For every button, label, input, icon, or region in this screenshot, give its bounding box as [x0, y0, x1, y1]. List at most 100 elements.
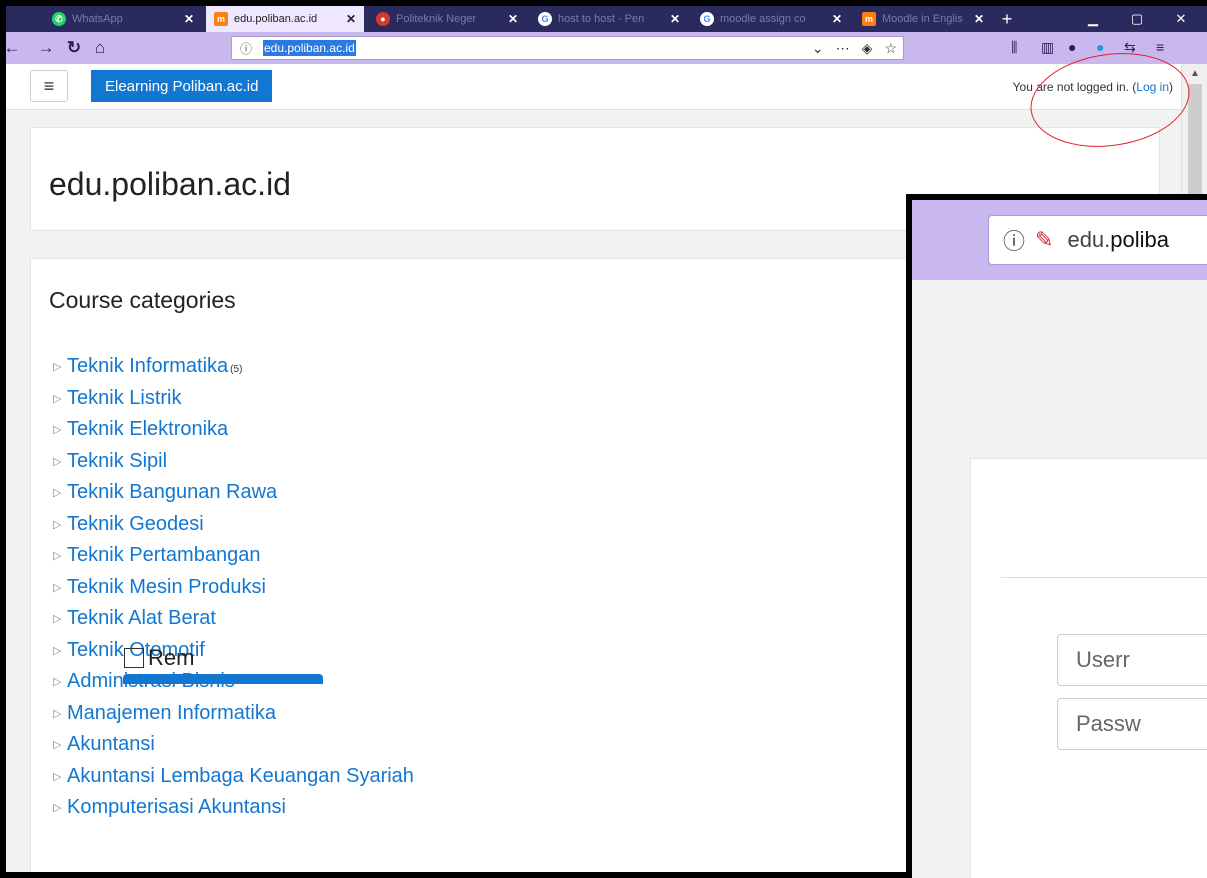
nav-drawer-button[interactable]: ≡ — [30, 70, 68, 102]
moodle-icon: m — [214, 12, 228, 26]
more-actions-icon[interactable]: ⋯ — [836, 40, 850, 57]
back-icon[interactable]: ← — [6, 37, 24, 59]
expand-arrow-icon[interactable]: ▷ — [53, 549, 61, 562]
course-categories-heading: Course categories — [49, 287, 236, 313]
expand-arrow-icon[interactable]: ▷ — [53, 518, 61, 531]
extension-icon[interactable]: ● — [1068, 39, 1076, 55]
category-link[interactable]: Teknik Geodesi — [67, 513, 204, 536]
username-placeholder: Userr — [1076, 647, 1130, 672]
close-icon[interactable]: ✕ — [346, 12, 356, 26]
chevron-down-icon[interactable]: ⌄ — [812, 40, 824, 57]
username-input[interactable]: Userr — [1057, 634, 1207, 686]
site-home-button[interactable]: Elearning Poliban.ac.id — [91, 70, 273, 102]
expand-arrow-icon[interactable]: ▷ — [53, 392, 61, 405]
insecure-lock-icon: ✎ — [1035, 227, 1054, 252]
tab-moodle-assign[interactable]: G moodle assign co ✕ — [692, 6, 850, 32]
category-item[interactable]: ▷ Manajemen Informatika — [53, 698, 414, 730]
close-icon[interactable]: ✕ — [974, 12, 984, 26]
remember-label: Rem — [148, 645, 195, 670]
expand-arrow-icon[interactable]: ▷ — [53, 644, 61, 657]
expand-arrow-icon[interactable]: ▷ — [53, 707, 61, 720]
close-icon[interactable]: ✕ — [832, 12, 842, 26]
tab-whatsapp[interactable]: ✆ WhatsApp ✕ — [44, 6, 202, 32]
category-link[interactable]: Komputerisasi Akuntansi — [67, 796, 286, 819]
remember-checkbox[interactable] — [124, 648, 144, 668]
forward-icon[interactable]: → — [34, 37, 58, 59]
tab-title: edu.poliban.ac.id — [234, 13, 318, 25]
category-item[interactable]: ▷ Teknik Pertambangan — [53, 540, 414, 572]
close-icon[interactable]: ✕ — [670, 12, 680, 26]
category-item[interactable]: ▷ Teknik Sipil — [53, 446, 414, 478]
expand-arrow-icon[interactable]: ▷ — [53, 612, 61, 625]
expand-arrow-icon[interactable]: ▷ — [53, 801, 61, 814]
category-link[interactable]: Teknik Mesin Produksi — [67, 576, 266, 599]
category-item[interactable]: ▷ Komputerisasi Akuntansi — [53, 792, 414, 824]
category-item[interactable]: ▷ Teknik Elektronika — [53, 414, 414, 446]
category-item[interactable]: ▷ Teknik Listrik — [53, 383, 414, 415]
category-link[interactable]: Manajemen Informatika — [67, 702, 276, 725]
category-link[interactable]: Teknik Listrik — [67, 387, 181, 410]
zoom-navigation-bar: ⓘ ✎ edu. poliba — [912, 200, 1207, 280]
zoom-url-domain: edu. — [1067, 227, 1111, 252]
zoom-url-bold: poliba — [1110, 227, 1169, 252]
course-count: (5) — [230, 364, 243, 376]
category-item[interactable]: ▷ Akuntansi — [53, 729, 414, 761]
new-tab-button[interactable]: + — [992, 6, 1022, 32]
category-item[interactable]: ▷ Teknik Alat Berat — [53, 603, 414, 635]
password-input[interactable]: Passw — [1057, 698, 1207, 750]
remember-username[interactable]: Rem — [124, 645, 194, 671]
pocket-icon[interactable]: ◈ — [862, 40, 873, 57]
extension-icon[interactable]: ● — [1096, 39, 1104, 55]
minimize-button[interactable]: ▁ — [1071, 6, 1115, 32]
home-icon[interactable]: ⌂ — [88, 37, 112, 59]
expand-arrow-icon[interactable]: ▷ — [53, 360, 61, 373]
tab-politeknik[interactable]: ● Politeknik Neger ✕ — [368, 6, 526, 32]
tab-title: moodle assign co — [720, 13, 806, 25]
screenshot-frame: ✆ WhatsApp ✕ m edu.poliban.ac.id ✕ ● Pol… — [0, 0, 1207, 878]
expand-arrow-icon[interactable]: ▷ — [53, 455, 61, 468]
zoom-inset-content: ⓘ ✎ edu. poliba Userr Passw — [912, 200, 1207, 878]
info-icon[interactable]: ⓘ — [240, 40, 254, 57]
category-link[interactable]: Teknik Informatika — [67, 355, 228, 378]
category-link[interactable]: Teknik Elektronika — [67, 418, 228, 441]
reload-icon[interactable]: ↻ — [62, 37, 86, 59]
library-icon[interactable]: ⫼ — [1011, 39, 1017, 56]
maximize-button[interactable]: ▢ — [1115, 6, 1159, 32]
category-link[interactable]: Teknik Pertambangan — [67, 544, 260, 567]
expand-arrow-icon[interactable]: ▷ — [53, 738, 61, 751]
address-bar[interactable]: ⓘ edu.poliban.ac.id ⌄ ⋯ ◈ ☆ — [231, 36, 904, 60]
category-item[interactable]: ▷ Teknik Mesin Produksi — [53, 572, 414, 604]
close-window-button[interactable]: ✕ — [1159, 6, 1203, 32]
category-item[interactable]: ▷ Teknik Geodesi — [53, 509, 414, 541]
category-link[interactable]: Akuntansi Lembaga Keuangan Syariah — [67, 765, 414, 788]
tab-strip: ✆ WhatsApp ✕ m edu.poliban.ac.id ✕ ● Pol… — [6, 6, 1207, 32]
address-url[interactable]: edu.poliban.ac.id — [263, 40, 356, 56]
login-button[interactable] — [123, 674, 323, 684]
category-item[interactable]: ▷ Teknik Informatika (5) — [53, 351, 414, 383]
category-link[interactable]: Teknik Alat Berat — [67, 607, 216, 630]
close-icon[interactable]: ✕ — [508, 12, 518, 26]
category-link[interactable]: Akuntansi — [67, 733, 155, 756]
hamburger-menu-icon[interactable]: ≡ — [1156, 39, 1164, 55]
google-icon: G — [700, 12, 714, 26]
tab-title: host to host - Pen — [558, 13, 645, 25]
category-item[interactable]: ▷ Teknik Bangunan Rawa — [53, 477, 414, 509]
expand-arrow-icon[interactable]: ▷ — [53, 581, 61, 594]
category-item[interactable]: ▷ Teknik Otomotif — [53, 635, 414, 667]
bookmark-star-icon[interactable]: ☆ — [884, 40, 897, 57]
expand-arrow-icon[interactable]: ▷ — [53, 675, 61, 688]
close-icon[interactable]: ✕ — [184, 12, 194, 26]
tab-moodle-english[interactable]: m Moodle in Englis ✕ — [854, 6, 992, 32]
category-link[interactable]: Teknik Bangunan Rawa — [67, 481, 277, 504]
expand-arrow-icon[interactable]: ▷ — [53, 770, 61, 783]
category-item[interactable]: ▷ Akuntansi Lembaga Keuangan Syariah — [53, 761, 414, 793]
info-icon: ⓘ — [1003, 229, 1026, 254]
expand-arrow-icon[interactable]: ▷ — [53, 423, 61, 436]
tab-host-to-host[interactable]: G host to host - Pen ✕ — [530, 6, 688, 32]
category-link[interactable]: Teknik Sipil — [67, 450, 167, 473]
tab-edu-poliban[interactable]: m edu.poliban.ac.id ✕ — [206, 6, 364, 32]
zoom-address-bar[interactable]: ⓘ ✎ edu. poliba — [988, 215, 1207, 265]
sidebar-icon[interactable]: ▥ — [1041, 39, 1054, 56]
expand-arrow-icon[interactable]: ▷ — [53, 486, 61, 499]
moodle-icon: m — [862, 12, 876, 26]
